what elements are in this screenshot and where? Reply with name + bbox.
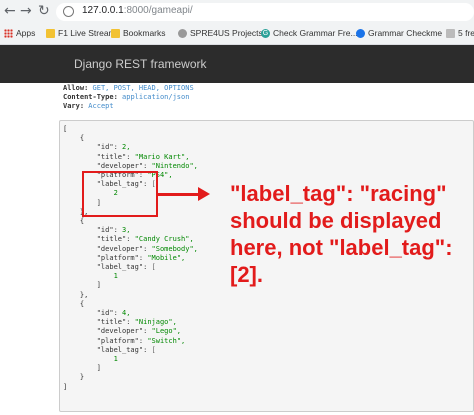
json-line: 1 [113,355,118,364]
address-bar[interactable]: 127.0.0.1:8000/gameapi/ [56,3,474,21]
bookmark-apps[interactable]: Apps [4,28,35,38]
json-line: "id": 3, [96,226,131,235]
bookmark-label: F1 Live Stream [58,28,116,38]
json-output: [ { "id": 2, "title": "Mario Kart", "dev… [63,125,198,392]
allow-value: GET, POST, HEAD, OPTIONS [92,84,194,92]
apps-icon [4,28,13,38]
folder-icon [111,28,120,38]
json-line: "developer": "Lego", [96,327,182,336]
json-line: "title": "Candy Crush", [96,235,194,244]
drf-brand-link[interactable]: Django REST framework [74,57,207,71]
back-icon[interactable]: ← [4,3,16,19]
json-line: "platform": "Switch", [96,336,186,345]
bookmark-icon [178,28,187,38]
vary-value: Accept [88,102,114,110]
bookmark-f1-live-stream[interactable]: F1 Live Stream [46,28,116,38]
page-icon [446,28,455,38]
bookmark-label: Apps [16,28,36,38]
url-text[interactable]: 127.0.0.1:8000/gameapi/ [82,5,193,16]
bookmark-spre4us[interactable]: SPRE4US Projects... [178,28,270,38]
json-line: "label_tag": [ [96,345,156,354]
vary-key: Vary: [63,102,85,110]
json-line: "title": "Mario Kart", [96,152,190,161]
json-line: }, [63,290,89,299]
json-line: ] [63,382,68,391]
bookmark-label: Grammar Checkme [368,28,443,38]
url-host: 127.0.0.1 [82,5,124,16]
annotation-line: should be displayed [230,208,442,233]
forward-icon[interactable]: → [20,3,32,19]
json-line: ] [63,364,101,373]
info-icon[interactable] [63,6,74,17]
grammar-icon [356,28,365,38]
annotation-line: here, not "label_tag": [230,235,453,260]
json-line: "developer": "Somebody", [96,244,198,253]
json-line: ] [63,281,101,290]
json-line: { [63,134,85,143]
folder-icon [46,28,55,38]
arrow-icon [198,187,210,201]
annotation-line: [2]. [230,262,263,287]
json-line: { [63,299,85,308]
content-type-key: Content-Type: [63,93,118,101]
json-line: [ [63,125,68,133]
bookmarks-bar: Apps F1 Live Stream Bookmarks SPRE4US Pr… [0,24,474,45]
json-line: 1 [113,272,118,281]
json-line: "id": 4, [96,309,131,318]
bookmark-5-fre[interactable]: 5 fre [446,28,474,38]
bookmark-label: SPRE4US Projects... [190,28,270,38]
reload-icon[interactable]: ↻ [38,3,50,19]
bookmark-bookmarks[interactable]: Bookmarks [111,28,166,38]
bookmark-grammar-checkme[interactable]: Grammar Checkme [356,28,442,38]
json-line: "label_tag": [ [96,263,156,272]
response-headers: Allow: GET, POST, HEAD, OPTIONS Content-… [63,84,194,111]
bookmark-check-grammar[interactable]: G Check Grammar Fre... [261,28,358,38]
bookmark-label: Check Grammar Fre... [273,28,358,38]
json-line: "developer": "Nintendo", [96,161,198,170]
annotation-text: "label_tag": "racing" should be displaye… [230,180,470,288]
content-type-value: application/json [122,93,190,101]
json-line: "platform": "Mobile", [96,253,186,262]
highlight-box [82,171,158,217]
bookmark-label: 5 fre [458,28,474,38]
allow-key: Allow: [63,84,89,92]
json-line: "id": 2, [96,143,131,152]
json-line: "title": "Ninjago", [96,318,177,327]
json-line: } [63,373,85,382]
bookmark-label: Bookmarks [123,28,166,38]
url-path: :8000/gameapi/ [123,5,193,16]
json-line: { [63,217,85,226]
browser-toolbar: ← → ↻ 127.0.0.1:8000/gameapi/ [0,0,474,24]
drf-navbar: Django REST framework [0,45,474,83]
annotation-line: "label_tag": "racing" [230,181,447,206]
grammar-icon: G [261,28,270,38]
